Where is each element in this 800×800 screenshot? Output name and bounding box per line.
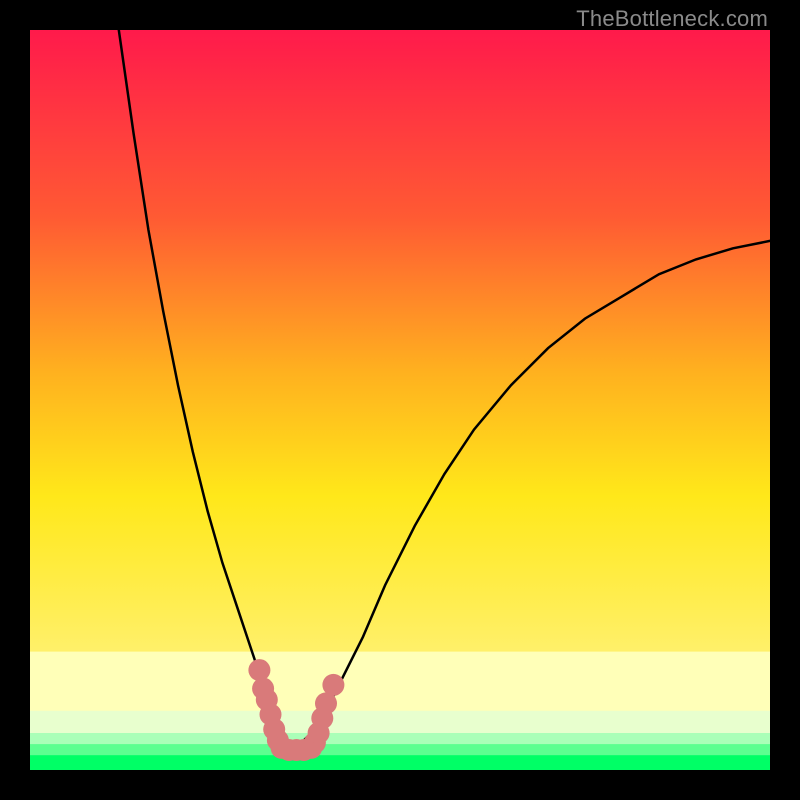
watermark-text: TheBottleneck.com [576,6,768,32]
chart-frame: TheBottleneck.com [0,0,800,800]
plot-area [30,30,770,770]
marker-dot [322,674,344,696]
curve-left [119,30,289,748]
marker-dot [248,659,270,681]
curve-right [289,241,770,748]
curve-layer [30,30,770,770]
curve-markers [248,659,344,761]
